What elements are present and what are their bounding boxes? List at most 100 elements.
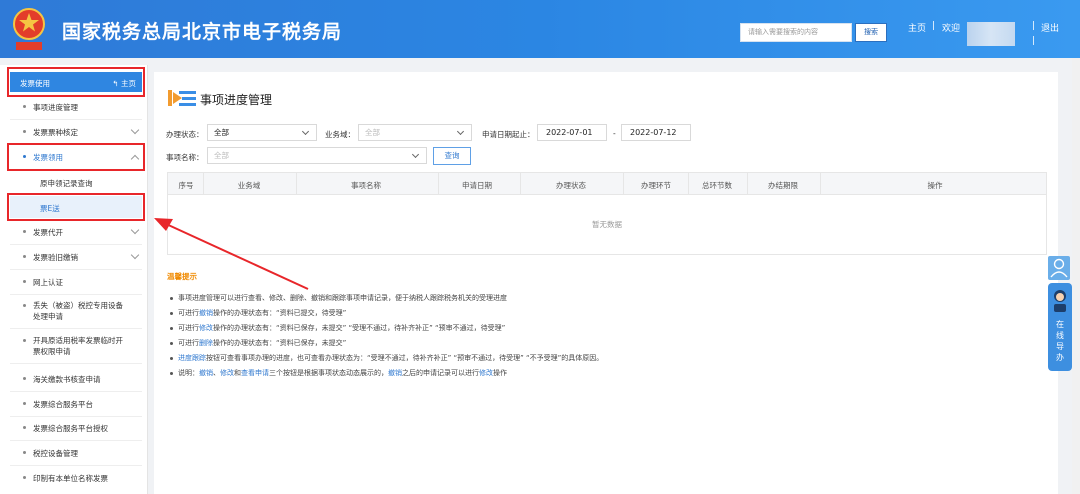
column-header: 办理状态 <box>556 181 586 190</box>
chevron-down-icon <box>130 225 140 235</box>
bullet-icon <box>23 255 26 258</box>
tip-highlight: 删除 <box>199 339 213 347</box>
person-icon <box>1050 258 1068 278</box>
sidebar-item-label: 发票验旧缴销 <box>33 253 78 262</box>
sidebar-subitem-history[interactable]: 原申领记录查询 <box>10 171 142 193</box>
column-divider <box>520 173 521 195</box>
status-label: 办理状态： <box>166 130 204 139</box>
sidebar-item-label: 原申领记录查询 <box>40 179 93 188</box>
sidebar-item-invoice-claim[interactable]: 发票领用 <box>10 150 142 164</box>
divider <box>10 294 142 295</box>
bullet-icon <box>23 339 26 342</box>
column-header: 总环节数 <box>702 181 732 190</box>
logout-link[interactable]: 退出 <box>1041 21 1059 34</box>
query-button[interactable]: 查询 <box>433 147 471 165</box>
sidebar-item-label: 税控设备管理 <box>33 449 78 458</box>
sidebar-subitem-piao-e-song[interactable]: 票E送 <box>10 196 142 218</box>
domain-select-placeholder: 全部 <box>365 128 380 137</box>
sidebar-item-label: 发票代开 <box>33 228 63 237</box>
bullet-icon <box>23 402 26 405</box>
tip-text: 按钮可查看事项办理的进度，也可查看办理状态为：“受理不通过，待补齐补正” “预审… <box>206 354 604 362</box>
welcome-text: 欢迎 <box>942 24 961 34</box>
item-name-select[interactable]: 全部 <box>207 147 427 164</box>
sidebar-item-verify-cancel[interactable]: 发票验旧缴销 <box>10 250 142 264</box>
bullet-icon <box>170 356 173 360</box>
domain-select[interactable]: 全部 <box>358 124 472 141</box>
divider <box>10 416 142 417</box>
bullet-icon <box>23 155 26 158</box>
sidebar-item-platform-auth[interactable]: 发票综合服务平台授权 <box>10 421 142 435</box>
domain-label: 业务域： <box>325 130 355 139</box>
status-select-value: 全部 <box>214 128 229 137</box>
national-emblem-icon <box>13 8 45 50</box>
date-to-input[interactable]: 2022-07-12 <box>621 124 691 141</box>
sidebar-item-invoice-type[interactable]: 发票票种核定 <box>10 125 142 139</box>
bullet-icon <box>23 105 26 108</box>
bullet-icon <box>23 280 26 283</box>
chevron-down-icon <box>456 127 465 136</box>
column-header: 办结期限 <box>768 181 798 190</box>
tip-highlight: 查看申请 <box>241 369 269 377</box>
sidebar-item-label: 发票综合服务平台授权 <box>33 424 108 433</box>
search-button[interactable]: 搜索 <box>855 23 887 42</box>
sidebar-item-service-platform[interactable]: 发票综合服务平台 <box>10 397 142 411</box>
bullet-icon <box>23 426 26 429</box>
divider <box>10 391 142 392</box>
tip-text: 和 <box>234 369 241 377</box>
tip-highlight: 撤销 <box>199 369 213 377</box>
sidebar-item-tax-device[interactable]: 税控设备管理 <box>10 446 142 460</box>
tip-text: 事项进度管理可以进行查看、修改、删除、撤销和跟踪事项申请记录，便于纳税人跟踪税务… <box>178 294 507 302</box>
sidebar-item-label: 票E送 <box>40 204 60 213</box>
sidebar-item-temp-permission[interactable]: 开具原适用税率发票临时开票权限申请 <box>10 334 142 358</box>
divider <box>10 269 142 270</box>
online-guide-button[interactable]: 在线导办 <box>1048 283 1072 371</box>
date-from-input[interactable]: 2022-07-01 <box>537 124 607 141</box>
tip-text: 可进行 <box>178 339 199 347</box>
date-range-dash: - <box>613 129 616 138</box>
header-separator: | <box>932 21 936 31</box>
sidebar-item-label: 发票领用 <box>33 153 63 162</box>
tip-text: 可进行 <box>178 309 199 317</box>
tip-highlight: 撤销 <box>199 309 213 317</box>
page-title-icon <box>168 90 196 106</box>
tip-text: 可进行 <box>178 324 199 332</box>
column-divider <box>688 173 689 195</box>
tip-text: 说明： <box>178 369 199 377</box>
sidebar-item-online-auth[interactable]: 网上认证 <box>10 275 142 289</box>
header-separator: | <box>1032 21 1036 31</box>
sidebar-item-label: 海关缴款书核查申请 <box>33 375 101 384</box>
sidebar-item-print-invoice[interactable]: 印制有本单位名称发票 <box>10 471 142 485</box>
sidebar-item-lost-device[interactable]: 丢失（被盗）税控专用设备处理申请 <box>10 299 142 323</box>
status-select[interactable]: 全部 <box>207 124 317 141</box>
bullet-icon <box>170 341 173 345</box>
column-header: 操作 <box>927 181 943 190</box>
header-separator: | <box>1032 36 1036 46</box>
annotation-arrow-icon <box>154 218 309 290</box>
tip-highlight: 撤销 <box>388 369 402 377</box>
tip-line: 可进行删除操作的办理状态有：“资料已保存，未提交” <box>170 338 346 348</box>
bullet-icon <box>23 377 26 380</box>
search-input[interactable]: 请输入需要搜索的内容 <box>740 23 852 42</box>
sidebar-item-agent-issue[interactable]: 发票代开 <box>10 225 142 239</box>
sidebar-item-label: 发票票种核定 <box>33 128 78 137</box>
bullet-icon <box>23 476 26 479</box>
tip-line: 可进行修改操作的办理状态有：“资料已保存，未提交” “受理不通过，待补齐补正” … <box>170 323 505 333</box>
sidebar-item-customs-check[interactable]: 海关缴款书核查申请 <box>10 372 142 386</box>
user-avatar-icon[interactable] <box>1048 256 1070 280</box>
chevron-down-icon <box>301 127 310 136</box>
column-divider <box>820 173 821 195</box>
item-name-placeholder: 全部 <box>214 151 229 160</box>
tip-text: 操作的办理状态有：“资料已提交，待受理” <box>213 309 347 317</box>
sidebar-item-label: 发票综合服务平台 <box>33 400 93 409</box>
home-link[interactable]: 主页 <box>908 21 926 34</box>
sidebar-item-progress[interactable]: 事项进度管理 <box>10 100 142 114</box>
bullet-icon <box>170 311 173 315</box>
column-header: 事项名称 <box>351 181 381 190</box>
scrollbar[interactable] <box>1072 58 1080 494</box>
tip-line: 可进行撤销操作的办理状态有：“资料已提交，待受理” <box>170 308 346 318</box>
tip-highlight: 修改 <box>199 324 213 332</box>
item-name-label: 事项名称： <box>166 153 204 162</box>
tip-highlight: 修改 <box>479 369 493 377</box>
date-range-label: 申请日期起止： <box>482 130 535 139</box>
tip-text: 操作的办理状态有：“资料已保存，未提交” <box>213 339 347 347</box>
